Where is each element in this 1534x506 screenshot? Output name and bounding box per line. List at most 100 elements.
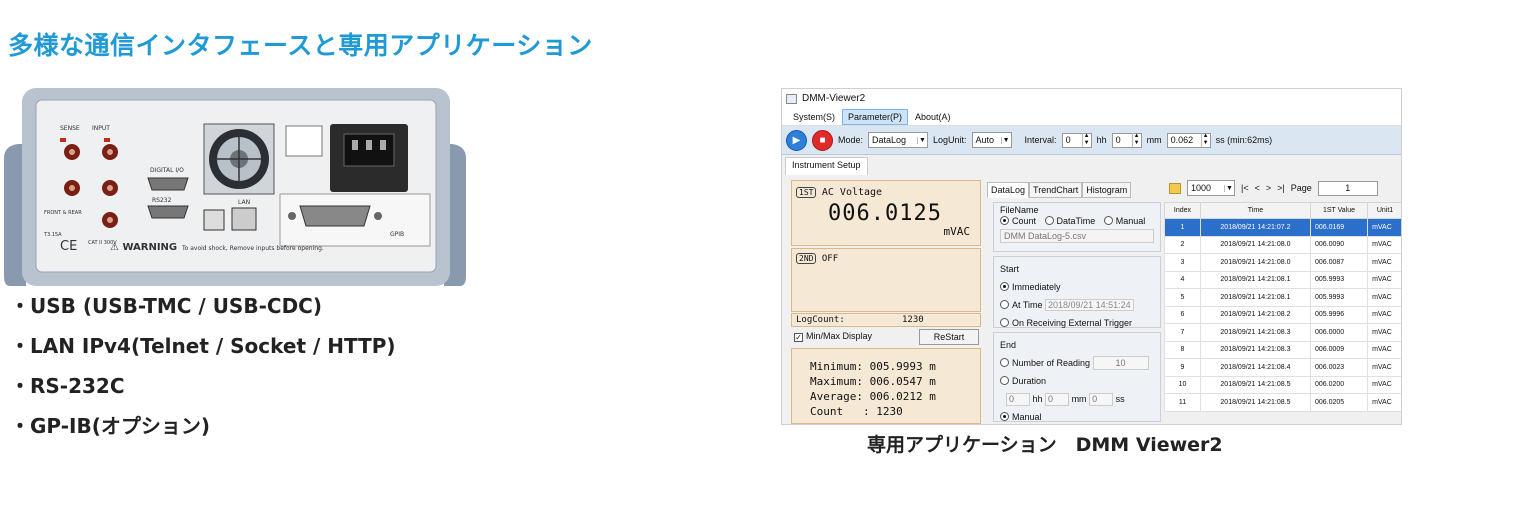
table-cell: mVAC <box>1367 340 1401 359</box>
table-cell: 2018/09/21 14:21:08.3 <box>1199 323 1311 342</box>
mm-unit: mm <box>1146 135 1162 145</box>
col-time[interactable]: Time <box>1199 202 1311 219</box>
primary-value: 006.0125 <box>828 201 942 226</box>
table-cell: mVAC <box>1367 358 1401 377</box>
table-row[interactable]: 9 2018/09/21 14:21:08.4 006.0023 mVAC <box>1164 358 1401 377</box>
table-body: 1 2018/09/21 14:21:07.2 006.0169 mVAC 2 2018/… <box>1164 218 1401 412</box>
table-cell: 006.0205 <box>1309 393 1369 412</box>
num-reading-input[interactable]: 10 <box>1092 356 1149 370</box>
end-title: End <box>1000 340 1017 350</box>
col-1st-value[interactable]: 1ST Value <box>1309 202 1369 219</box>
table-row[interactable]: 4 2018/09/21 14:21:08.1 005.9993 mVAC <box>1164 270 1401 289</box>
stepper-icon[interactable]: ▲ ▼ <box>1200 133 1210 147</box>
logunit-label: LogUnit: <box>933 135 967 145</box>
interval-hh-input[interactable]: 0 ▲ ▼ <box>1061 132 1092 148</box>
logcount-label: LogCount: <box>796 315 845 325</box>
duration-mm-input[interactable]: 0 <box>1045 393 1070 406</box>
logunit-select[interactable]: Auto ▼ <box>971 132 1012 148</box>
stepper-icon[interactable]: ▲ ▼ <box>1131 133 1141 147</box>
table-cell: 3 <box>1164 253 1201 272</box>
menu-about[interactable]: About(A) <box>910 110 956 124</box>
restart-button[interactable]: ReStart <box>919 329 979 345</box>
radio-at-time[interactable]: At Time 2018/09/21 14:51:24 <box>1000 296 1154 314</box>
duration-hh-unit: hh <box>1032 394 1043 404</box>
logcount-value: 1230 <box>902 315 924 325</box>
datalog-table: Index Time 1ST Value Unit1 1 2018/09/21 1… <box>1164 202 1401 412</box>
radio-external-trigger[interactable]: On Receiving External Trigger <box>1000 314 1154 332</box>
filename-input[interactable]: DMM DataLog-5.csv <box>1000 229 1154 243</box>
duration-inputs: 0 hh 0 mm 0 ss <box>1000 390 1154 408</box>
menu-system[interactable]: System(S) <box>788 110 840 124</box>
filename-group: FileName Count DataTime Manual DMM DataL… <box>993 202 1161 252</box>
radio-immediately[interactable]: Immediately <box>1000 278 1154 296</box>
table-row[interactable]: 10 2018/09/21 14:21:08.5 006.0200 mVAC <box>1164 375 1401 394</box>
interface-list: ・USB (USB-TMC / USB-CDC) ・LAN IPv4(Telne… <box>10 292 396 452</box>
table-row[interactable]: 6 2018/09/21 14:21:08.2 005.9996 mVAC <box>1164 305 1401 324</box>
dmm-viewer-window: DMM-Viewer2 System(S) Parameter(P) About… <box>781 88 1402 425</box>
radio-manual[interactable]: Manual <box>1103 216 1145 226</box>
last-page-icon[interactable]: >| <box>1277 183 1285 193</box>
minmax-checkbox[interactable]: ✓ Min/Max Display <box>794 331 872 342</box>
col-unit1[interactable]: Unit1 <box>1367 202 1401 219</box>
table-cell: 006.0009 <box>1309 340 1369 359</box>
radio-manual-end[interactable]: Manual <box>1000 408 1154 424</box>
interval-mm-input[interactable]: 0 ▲ ▼ <box>1111 132 1142 148</box>
next-page-icon[interactable]: > <box>1266 183 1271 193</box>
second-value: OFF <box>821 254 839 264</box>
stats-display: Minimum: 005.9993 m Maximum: 006.0547 m … <box>791 348 981 424</box>
duration-hh-input[interactable]: 0 <box>1006 393 1030 406</box>
table-row[interactable]: 3 2018/09/21 14:21:08.0 006.0087 mVAC <box>1164 253 1401 272</box>
tab-trendchart[interactable]: TrendChart <box>1029 182 1083 198</box>
app-caption: 専用アプリケーション DMM Viewer2 <box>867 434 1223 456</box>
mode-select[interactable]: DataLog ▼ <box>868 132 929 148</box>
table-row[interactable]: 11 2018/09/21 14:21:08.5 006.0205 mVAC <box>1164 393 1401 412</box>
page-input[interactable]: 1 <box>1317 180 1378 196</box>
radio-datatime[interactable]: DataTime <box>1044 216 1095 226</box>
table-cell: mVAC <box>1367 305 1401 324</box>
minmax-label: Min/Max Display <box>806 331 873 341</box>
table-row[interactable]: 8 2018/09/21 14:21:08.3 006.0009 mVAC <box>1164 340 1401 359</box>
duration-label: Duration <box>1012 376 1047 386</box>
rows-select[interactable]: 1000 ▼ <box>1187 180 1235 196</box>
table-cell: 8 <box>1164 340 1201 359</box>
start-button[interactable]: ▶ <box>786 129 807 151</box>
immediately-label: Immediately <box>1012 282 1061 292</box>
tab-histogram[interactable]: Histogram <box>1082 182 1132 198</box>
table-cell: mVAC <box>1367 375 1401 394</box>
pager: 1000 ▼ |< < > >| Page 1 <box>1169 180 1378 196</box>
radio-icon <box>1000 300 1009 309</box>
tab-instrument-setup[interactable]: Instrument Setup <box>785 157 868 175</box>
table-row[interactable]: 2 2018/09/21 14:21:08.0 006.0090 mVAC <box>1164 235 1401 254</box>
stepper-icon[interactable]: ▲ ▼ <box>1081 133 1091 147</box>
menu-parameter[interactable]: Parameter(P) <box>842 108 909 125</box>
table-row[interactable]: 7 2018/09/21 14:21:08.3 006.0000 mVAC <box>1164 323 1401 342</box>
svg-text:⚠ WARNING: ⚠ WARNING <box>110 242 177 253</box>
chevron-down-icon: ▼ <box>1000 136 1011 144</box>
col-index[interactable]: Index <box>1164 202 1201 219</box>
datalog-pane: DataLog TrendChart Histogram 1000 ▼ |< < … <box>987 180 1401 424</box>
table-cell: 7 <box>1164 323 1201 342</box>
prev-page-icon[interactable]: < <box>1255 183 1260 193</box>
table-cell: 005.9993 <box>1309 270 1369 289</box>
radio-count[interactable]: Count <box>1000 216 1036 226</box>
table-cell: 006.0087 <box>1309 253 1369 272</box>
table-row[interactable]: 1 2018/09/21 14:21:07.2 006.0169 mVAC <box>1164 218 1401 237</box>
at-time-input[interactable]: 2018/09/21 14:51:24 <box>1045 299 1134 311</box>
table-cell: 2018/09/21 14:21:08.1 <box>1199 270 1311 289</box>
duration-ss-input[interactable]: 0 <box>1089 393 1114 406</box>
tab-datalog[interactable]: DataLog <box>987 182 1030 198</box>
interval-ss-input[interactable]: 0.062 ▲ ▼ <box>1166 132 1211 148</box>
interface-item: ・LAN IPv4(Telnet / Socket / HTTP) <box>10 334 396 358</box>
duration-mm-unit: mm <box>1071 394 1087 404</box>
page-label: Page <box>1290 183 1312 193</box>
table-cell: 2018/09/21 14:21:08.2 <box>1199 305 1311 324</box>
radio-duration[interactable]: Duration <box>1000 372 1154 390</box>
interface-item: ・RS-232C <box>10 374 125 398</box>
first-page-icon[interactable]: |< <box>1241 183 1249 193</box>
stop-button[interactable]: ■ <box>812 129 833 151</box>
radio-number-of-reading[interactable]: Number of Reading 10 <box>1000 354 1154 372</box>
folder-icon[interactable] <box>1169 182 1181 194</box>
duration-ss-unit: ss <box>1115 394 1125 404</box>
table-row[interactable]: 5 2018/09/21 14:21:08.1 005.9993 mVAC <box>1164 288 1401 307</box>
svg-text:INPUT: INPUT <box>92 125 110 132</box>
